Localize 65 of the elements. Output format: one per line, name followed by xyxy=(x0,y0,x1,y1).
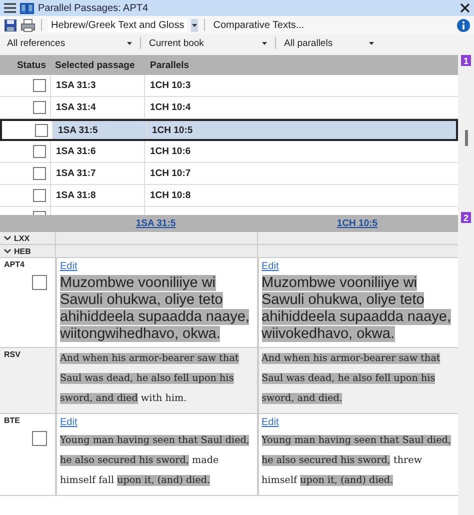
caret-icon xyxy=(262,42,267,44)
passage-row[interactable]: 1SA 31:3 1CH 10:3 xyxy=(0,75,458,97)
table-cell: 1SA 31:4 xyxy=(56,102,96,113)
checkbox[interactable] xyxy=(33,79,46,92)
table-cell: 1CH 10:6 xyxy=(150,146,191,157)
close-icon[interactable] xyxy=(460,3,470,13)
passage-row[interactable]: 1SA 31:6 1CH 10:6 xyxy=(0,141,458,163)
book-icon xyxy=(20,2,34,14)
version-label: APT4 xyxy=(4,260,24,269)
edit-link[interactable]: Edit xyxy=(262,261,279,272)
filter-dropdown[interactable]: All references xyxy=(4,36,135,50)
verse-text: Muzombwe vooniliiye wi Sawuli ohukwa, oliye teto ahihiddeela supaadda naaye, wiitongwihedhavo, okwa. xyxy=(60,275,250,343)
table-cell: 1CH 10:3 xyxy=(150,80,191,91)
group-label: LXX xyxy=(14,234,30,242)
view-dropdown[interactable]: Hebrew/Greek Text and Gloss xyxy=(48,18,188,32)
menu-icon[interactable] xyxy=(4,3,16,13)
printer-icon[interactable] xyxy=(21,18,35,32)
passage-row[interactable]: 1SA 31:8 1CH 10:8 xyxy=(0,185,458,207)
table-cell: 1CH 10:7 xyxy=(150,168,191,179)
checkbox[interactable] xyxy=(32,431,47,446)
table-cell: 1SA 31:7 xyxy=(56,168,96,179)
filter-dropdown[interactable]: All parallels xyxy=(281,36,377,50)
caret-icon xyxy=(369,42,374,44)
column-header[interactable]: Selected passage xyxy=(50,60,145,70)
checkbox[interactable] xyxy=(32,275,47,290)
info-icon[interactable] xyxy=(457,18,470,32)
passage-link[interactable]: 1CH 10:5 xyxy=(336,218,378,229)
column-header[interactable]: Parallels xyxy=(145,60,458,70)
table-cell: 1SA 31:3 xyxy=(56,80,96,91)
passage-link[interactable]: 1SA 31:5 xyxy=(136,218,176,229)
edit-link[interactable]: Edit xyxy=(262,417,279,428)
marker-badge: 1 xyxy=(461,55,471,66)
table-cell: 1SA 31:5 xyxy=(58,124,98,136)
verse-text: And when his armor-bearer saw that Saul was dead, he also fell upon his sword, and died with him. xyxy=(60,352,240,406)
column-header[interactable]: Status xyxy=(0,60,50,70)
version-label: BTE xyxy=(4,416,20,425)
edit-link[interactable]: Edit xyxy=(60,261,78,272)
chevron-icon[interactable] xyxy=(4,248,11,254)
verse-text: And when his armor-bearer saw that Saul was dead, he also fell upon his sword, and died. xyxy=(262,352,442,406)
comparative-texts-button[interactable]: Comparative Texts... xyxy=(211,18,306,32)
group-label: HEB xyxy=(14,246,31,256)
save-icon[interactable] xyxy=(4,18,17,32)
table-cell: 1CH 10:4 xyxy=(150,102,191,113)
verse-text: Young man having seen that Saul died, he also secured his sword, made himself fall upon it, (and) died. xyxy=(60,434,250,488)
filter-dropdown[interactable]: Current book xyxy=(146,36,270,50)
marker-badge: 2 xyxy=(461,212,471,223)
caret-icon xyxy=(192,24,198,26)
table-cell: 1CH 10:5 xyxy=(152,124,193,136)
chevron-icon[interactable] xyxy=(4,236,11,240)
checkbox[interactable] xyxy=(33,167,46,180)
passage-row[interactable]: 1SA 31:5 1CH 10:5 xyxy=(0,119,458,141)
dropdown-button[interactable] xyxy=(191,18,198,32)
checkbox[interactable] xyxy=(33,145,46,158)
scrollbar-thumb[interactable] xyxy=(464,130,468,146)
edit-link[interactable]: Edit xyxy=(60,417,78,428)
checkbox[interactable] xyxy=(33,189,46,202)
table-cell: 1CH 10:8 xyxy=(150,190,191,201)
table-cell: 1SA 31:6 xyxy=(56,146,96,157)
checkbox[interactable] xyxy=(33,101,46,114)
checkbox[interactable] xyxy=(35,124,48,136)
table-cell: 1SA 31:8 xyxy=(56,190,96,201)
version-label: RSV xyxy=(4,350,20,359)
caret-icon xyxy=(127,42,132,44)
passage-row[interactable]: 1SA 31:7 1CH 10:7 xyxy=(0,163,458,185)
window-title: Parallel Passages: APT4 xyxy=(38,2,148,14)
